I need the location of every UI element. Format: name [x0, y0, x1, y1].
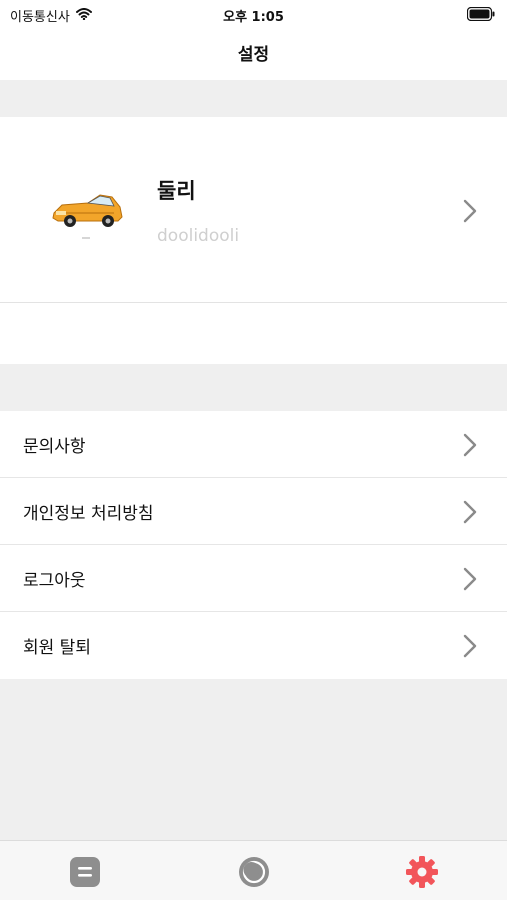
settings-screen: 이동통신사 오후 1:05 설정 둘리 doolidooli 문의사항 개인정보… [0, 0, 507, 900]
settings-menu: 문의사항 개인정보 처리방침 로그아웃 회원 탈퇴 [0, 411, 507, 679]
battery-icon [466, 6, 495, 25]
menu-item-logout[interactable]: 로그아웃 [0, 545, 507, 612]
status-bar: 이동통신사 오후 1:05 [0, 0, 507, 28]
menu-item-label: 로그아웃 [23, 570, 86, 591]
tab-bar [0, 840, 507, 900]
navigation-bar: 설정 [0, 28, 507, 80]
gear-icon [405, 856, 439, 893]
menu-item-label: 문의사항 [23, 436, 86, 457]
profile-id: doolidooli [157, 226, 240, 246]
chevron-right-icon [463, 634, 477, 662]
profile-name: 둘리 [157, 179, 196, 203]
menu-item-inquiry[interactable]: 문의사항 [0, 411, 507, 478]
status-time: 오후 1:05 [223, 10, 284, 25]
list-icon [68, 857, 102, 893]
chevron-right-icon [463, 500, 477, 528]
chevron-right-icon [463, 199, 477, 227]
menu-item-label: 회원 탈퇴 [23, 638, 91, 658]
tab-list[interactable] [68, 855, 102, 889]
menu-item-privacy-policy[interactable]: 개인정보 처리방침 [0, 478, 507, 545]
menu-item-label: 개인정보 처리방침 [23, 503, 154, 524]
page-title: 설정 [237, 45, 270, 65]
chevron-right-icon [463, 433, 477, 461]
profile-spacer [0, 303, 507, 364]
menu-item-delete-account[interactable]: 회원 탈퇴 [0, 612, 507, 679]
chevron-right-icon [463, 567, 477, 595]
tab-circle[interactable] [237, 855, 271, 889]
profile-card[interactable]: 둘리 doolidooli [0, 117, 507, 303]
tab-settings[interactable] [405, 855, 439, 889]
avatar [48, 183, 126, 243]
circle-icon [237, 857, 271, 893]
